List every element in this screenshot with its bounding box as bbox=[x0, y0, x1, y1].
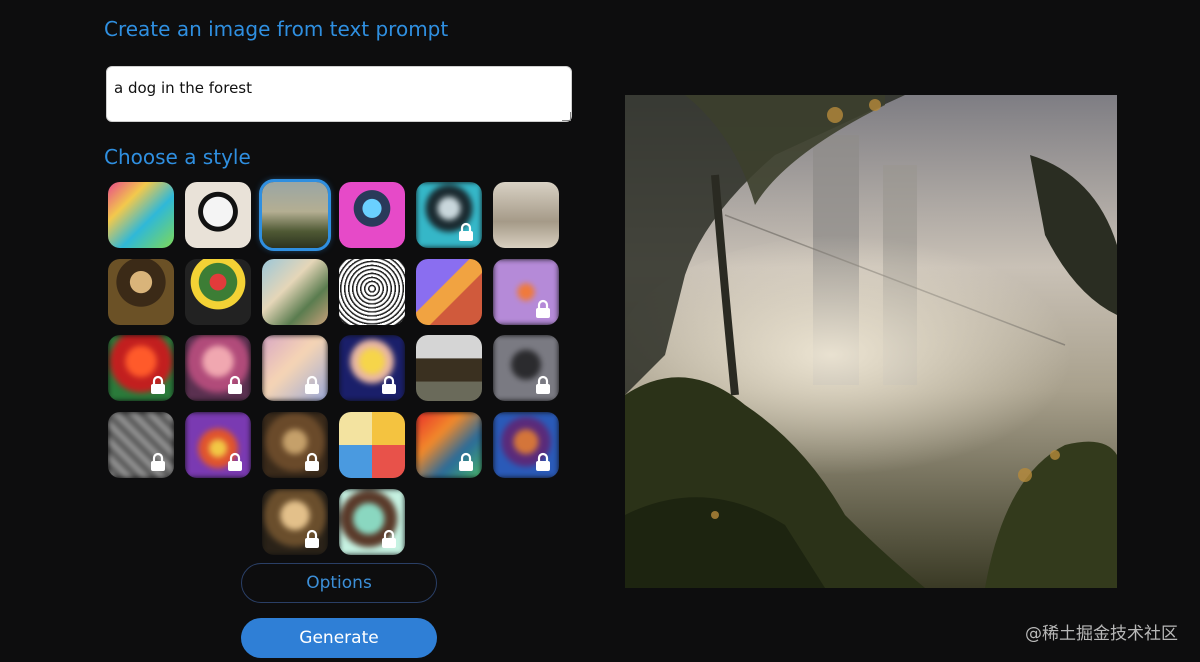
lock-icon bbox=[305, 452, 319, 471]
style-tile-abstract-art[interactable] bbox=[108, 182, 174, 248]
resize-handle[interactable] bbox=[562, 112, 571, 121]
style-tile-ballet-dancers[interactable] bbox=[262, 259, 328, 325]
lock-icon bbox=[151, 452, 165, 471]
style-tile-fox-purple[interactable] bbox=[493, 259, 559, 325]
lock-icon bbox=[536, 452, 550, 471]
style-tile-pop-art-portrait[interactable] bbox=[339, 335, 405, 401]
prompt-input[interactable]: a dog in the forest bbox=[106, 66, 572, 122]
style-tile-gray-blur[interactable] bbox=[493, 335, 559, 401]
pattern-tiles-icon bbox=[339, 412, 405, 478]
style-tile-panda[interactable] bbox=[185, 182, 251, 248]
style-tile-golden-figure[interactable] bbox=[262, 489, 328, 555]
style-tile-red-portrait[interactable] bbox=[108, 335, 174, 401]
options-button[interactable]: Options bbox=[241, 563, 437, 603]
style-tile-pastel-blur[interactable] bbox=[262, 335, 328, 401]
lock-icon bbox=[228, 375, 242, 394]
style-tile-mona-lisa[interactable] bbox=[108, 259, 174, 325]
abstract-art-icon bbox=[108, 182, 174, 248]
style-tile-portrait-cyan[interactable] bbox=[416, 182, 482, 248]
style-tile-isometric-3d[interactable] bbox=[416, 259, 482, 325]
lock-icon bbox=[536, 299, 550, 318]
style-tile-vintage-photo[interactable] bbox=[493, 182, 559, 248]
style-tile-teal-figure[interactable] bbox=[339, 489, 405, 555]
style-tile-pink-portrait[interactable] bbox=[185, 335, 251, 401]
style-tile-engraving-cup[interactable] bbox=[339, 259, 405, 325]
style-heading: Choose a style bbox=[104, 145, 251, 169]
style-tile-brown-blur[interactable] bbox=[262, 412, 328, 478]
ballet-dancers-icon bbox=[262, 259, 328, 325]
style-tile-modern-house[interactable] bbox=[416, 335, 482, 401]
landscape-painting-icon bbox=[262, 182, 328, 248]
lock-icon bbox=[459, 222, 473, 241]
lock-icon bbox=[151, 375, 165, 394]
lock-icon bbox=[459, 452, 473, 471]
modern-house-icon bbox=[416, 335, 482, 401]
lock-icon bbox=[382, 529, 396, 548]
mona-lisa-icon bbox=[108, 259, 174, 325]
lock-icon bbox=[305, 375, 319, 394]
lock-icon bbox=[305, 529, 319, 548]
vintage-photo-icon bbox=[493, 182, 559, 248]
style-tile-gray-texture[interactable] bbox=[108, 412, 174, 478]
lock-icon bbox=[382, 375, 396, 394]
style-tile-flower-vase[interactable] bbox=[185, 259, 251, 325]
style-tile-landscape-painting[interactable] bbox=[259, 179, 331, 251]
robot-icon bbox=[339, 182, 405, 248]
watermark: @稀土掘金技术社区 bbox=[1025, 624, 1178, 644]
style-tile-glowing-figure[interactable] bbox=[185, 412, 251, 478]
generate-button[interactable]: Generate bbox=[241, 618, 437, 658]
style-tile-mosaic-face[interactable] bbox=[493, 412, 559, 478]
page-title: Create an image from text prompt bbox=[104, 17, 449, 41]
lock-icon bbox=[536, 375, 550, 394]
lock-icon bbox=[228, 452, 242, 471]
engraving-cup-icon bbox=[339, 259, 405, 325]
style-tile-red-dragon[interactable] bbox=[416, 412, 482, 478]
style-tile-pattern-tiles[interactable] bbox=[339, 412, 405, 478]
isometric-3d-icon bbox=[416, 259, 482, 325]
panda-icon bbox=[185, 182, 251, 248]
style-tile-robot[interactable] bbox=[339, 182, 405, 248]
flower-vase-icon bbox=[185, 259, 251, 325]
generated-image bbox=[625, 95, 1117, 588]
